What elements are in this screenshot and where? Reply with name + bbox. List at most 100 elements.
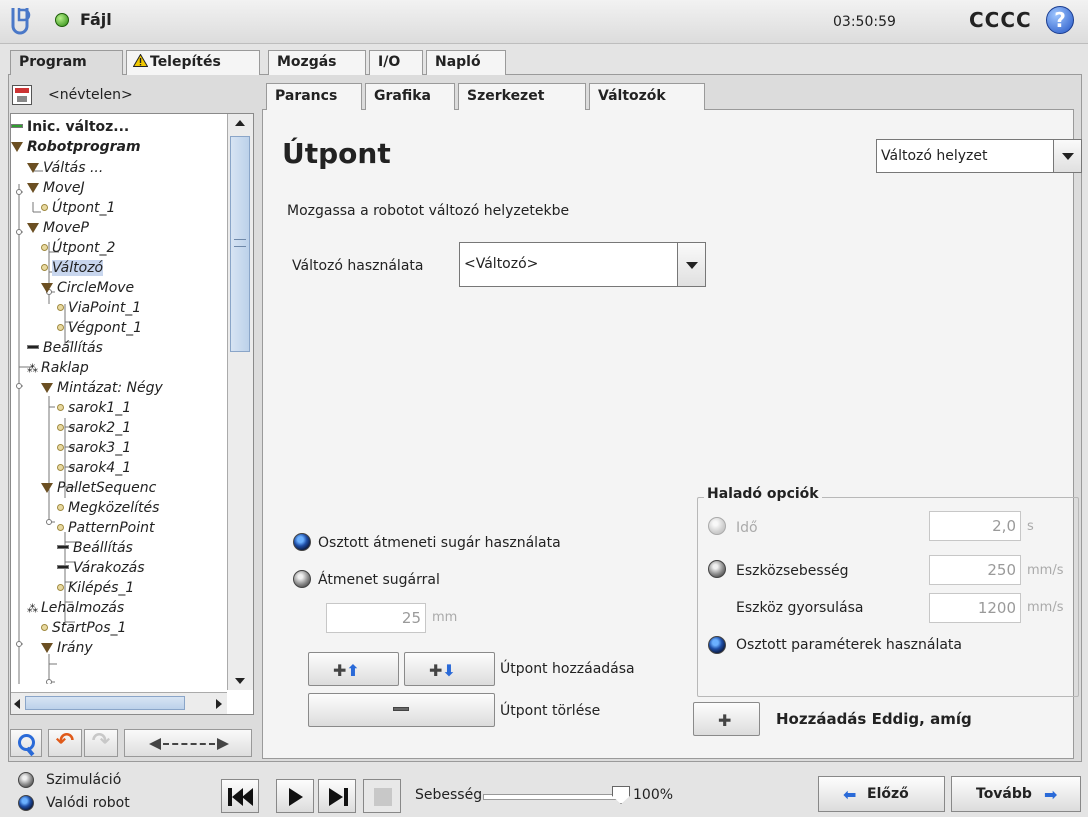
remove-waypoint-button[interactable]	[308, 693, 495, 727]
tab-program[interactable]: Program	[10, 50, 123, 75]
tree-node[interactable]: Útpont_2	[41, 238, 115, 258]
time-label: Idő	[736, 520, 758, 536]
speed-slider[interactable]	[483, 794, 623, 800]
tab-installation[interactable]: Telepítés	[126, 50, 260, 75]
tree-node[interactable]: sarok3_1	[57, 438, 131, 458]
save-icon[interactable]	[12, 85, 32, 105]
scrollbar-thumb[interactable]	[230, 136, 250, 352]
tree-node-label: Végpont_1	[68, 320, 142, 336]
tree-node[interactable]: Irány	[41, 638, 93, 658]
tab-installation-label: Telepítés	[150, 54, 221, 70]
file-menu[interactable]: Fájl	[80, 10, 112, 29]
tree-node[interactable]: sarok4_1	[57, 458, 131, 478]
shared-blend-radio[interactable]	[293, 533, 311, 551]
tool-speed-radio[interactable]	[708, 560, 726, 578]
scroll-down-icon[interactable]	[235, 678, 245, 684]
help-icon[interactable]: ?	[1046, 6, 1074, 34]
tree-node-label: Inic. változ...	[27, 119, 130, 135]
add-waypoint-after-button[interactable]: ✚⬇	[404, 652, 495, 686]
tree-node[interactable]: MoveP	[27, 218, 89, 238]
tree-node[interactable]: StartPos_1	[41, 618, 126, 638]
tree-node-label: Beállítás	[73, 540, 133, 556]
tree-node[interactable]: Várakozás	[57, 558, 145, 578]
program-tree[interactable]: Inic. változ... Robotprogram Váltás ... Mov…	[10, 113, 254, 715]
redo-icon[interactable]: ↷	[84, 729, 118, 757]
tree-node[interactable]: Váltás ...	[27, 158, 103, 178]
variable-select[interactable]: <Változó>	[459, 242, 706, 287]
move-node-icon[interactable]	[124, 729, 252, 757]
chevron-down-icon[interactable]	[677, 243, 705, 286]
tree-node-label: Változó	[52, 260, 104, 276]
blend-radius-unit: mm	[432, 610, 458, 625]
tree-node-label: CircleMove	[57, 280, 135, 296]
tree-node[interactable]: Inic. változ...	[11, 117, 129, 137]
tool-accel-input[interactable]: 1200	[929, 593, 1021, 623]
stop-button[interactable]	[363, 779, 401, 813]
add-until-button[interactable]: ✚	[693, 702, 760, 736]
tree-node[interactable]: sarok2_1	[57, 418, 131, 438]
tab-structure[interactable]: Szerkezet	[458, 83, 586, 110]
step-icon	[329, 788, 343, 806]
tree-node[interactable]: PalletSequenc	[41, 478, 156, 498]
search-icon[interactable]	[10, 729, 42, 757]
tree-node[interactable]: CircleMove	[41, 278, 134, 298]
tab-command[interactable]: Parancs	[266, 83, 362, 110]
tree-node[interactable]: Robotprogram	[11, 137, 141, 157]
step-button[interactable]	[318, 779, 356, 813]
add-after-icon: ✚⬇	[429, 661, 456, 680]
scrollbar-thumb[interactable]	[25, 696, 185, 710]
tab-move[interactable]: Mozgás	[268, 50, 366, 75]
tree-node-label: MoveJ	[43, 180, 85, 196]
scroll-up-icon[interactable]	[235, 120, 245, 126]
tool-speed-unit: mm/s	[1027, 563, 1064, 578]
tree-node[interactable]: Végpont_1	[57, 318, 142, 338]
tab-variables[interactable]: Változók	[589, 83, 705, 110]
tree-node[interactable]: Változó	[41, 258, 104, 278]
tool-speed-input[interactable]: 250	[929, 555, 1021, 585]
waypoint-dot-icon	[57, 424, 64, 431]
tool-accel-unit: mm/s	[1027, 600, 1064, 615]
add-waypoint-before-button[interactable]: ✚⬆	[308, 652, 399, 686]
tab-graphics[interactable]: Grafika	[365, 83, 455, 110]
chevron-down-icon[interactable]	[1053, 140, 1081, 172]
tree-node[interactable]: sarok1_1	[57, 398, 131, 418]
next-button[interactable]: Tovább ➡	[951, 776, 1081, 812]
set-command-icon	[57, 545, 69, 549]
simulation-radio[interactable]	[18, 772, 34, 788]
clock: 03:50:59	[833, 14, 896, 30]
tree-vertical-scrollbar[interactable]	[227, 114, 253, 690]
tree-node-label: Robotprogram	[27, 139, 141, 155]
scroll-left-icon[interactable]	[14, 699, 20, 709]
page-title: Útpont	[282, 137, 391, 170]
waypoint-type-select[interactable]: Változó helyzet	[876, 139, 1082, 173]
tree-node[interactable]: Mintázat: Négy	[41, 378, 163, 398]
undo-icon[interactable]: ↶	[48, 729, 82, 757]
tree-node[interactable]: ⁂ Lehalmozás	[27, 598, 124, 618]
collapse-triangle-icon	[27, 163, 39, 173]
real-robot-radio[interactable]	[18, 795, 34, 811]
tree-node[interactable]: ViaPoint_1	[57, 298, 141, 318]
play-button[interactable]	[276, 779, 314, 813]
tree-node[interactable]: Beállítás	[57, 538, 133, 558]
tree-node[interactable]: Útpont_1	[41, 198, 115, 218]
tree-node-label: sarok3_1	[68, 440, 132, 456]
shared-params-radio[interactable]	[708, 636, 726, 654]
tree-node[interactable]: PatternPoint	[57, 518, 155, 538]
blend-radius-input[interactable]: 25	[326, 603, 426, 633]
tree-node-label: sarok2_1	[68, 420, 132, 436]
tree-node[interactable]: Megközelítés	[57, 498, 159, 518]
tree-node[interactable]: Beállítás	[27, 338, 103, 358]
tab-io[interactable]: I/O	[369, 50, 423, 75]
blend-radius-radio[interactable]	[293, 570, 311, 588]
tab-log[interactable]: Napló	[426, 50, 506, 75]
scroll-right-icon[interactable]	[216, 699, 222, 709]
tree-node[interactable]: MoveJ	[27, 178, 85, 198]
tree-node[interactable]: ⁂ Raklap	[27, 358, 89, 378]
tree-node[interactable]: Kilépés_1	[57, 578, 134, 598]
waypoint-dot-icon	[57, 464, 64, 471]
tree-horizontal-scrollbar[interactable]	[11, 692, 227, 714]
previous-button[interactable]: ⬅ Előző	[818, 776, 945, 812]
next-label: Tovább	[976, 786, 1032, 802]
collapse-triangle-icon	[27, 183, 39, 193]
rewind-button[interactable]	[221, 779, 259, 813]
